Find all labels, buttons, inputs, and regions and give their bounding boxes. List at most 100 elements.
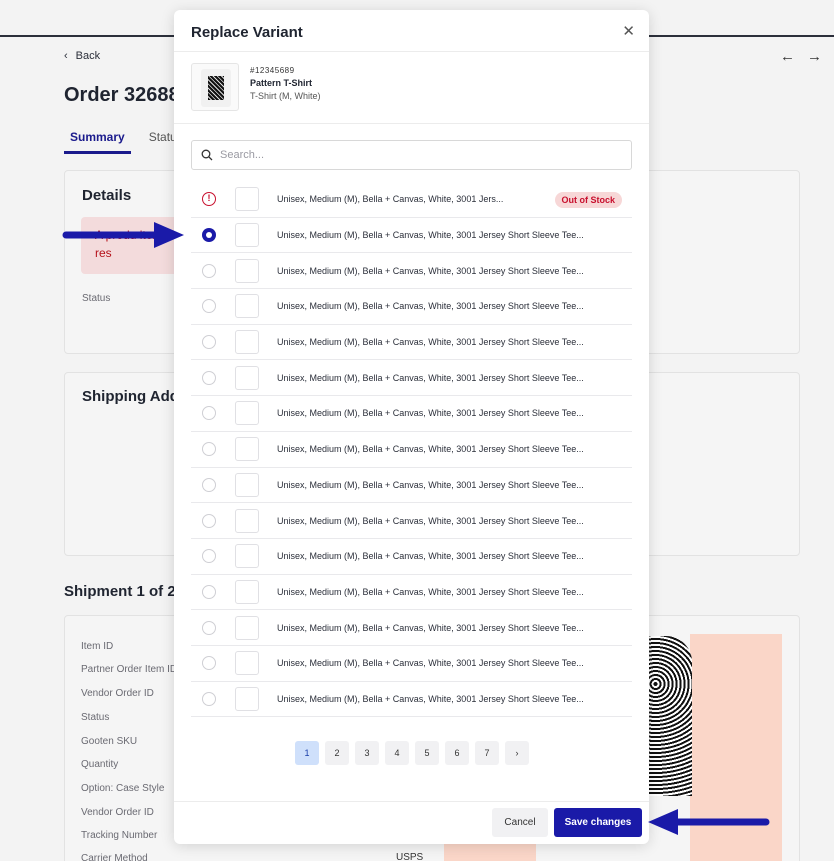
variant-label: Unisex, Medium (M), Bella + Canvas, Whit… (277, 265, 584, 276)
shipment-label: Item ID (81, 641, 114, 652)
arrow-left-icon[interactable]: ← (780, 48, 795, 65)
radio-button[interactable] (202, 691, 216, 706)
status-label: Status (82, 293, 111, 304)
variant-row[interactable]: Unisex, Medium (M), Bella + Canvas, Whit… (191, 503, 632, 539)
pattern-image (208, 76, 224, 100)
variant-swatch (235, 472, 259, 497)
shipment-label: Status (81, 712, 110, 723)
radio-button[interactable] (202, 620, 216, 635)
variant-row[interactable]: Unisex, Medium (M), Bella + Canvas, Whit… (191, 575, 632, 611)
variant-row[interactable]: Unisex, Medium (M), Bella + Canvas, Whit… (191, 325, 632, 361)
radio-button[interactable] (202, 299, 216, 314)
variant-row[interactable]: Unisex, Medium (M), Bella + Canvas, Whit… (191, 646, 632, 682)
details-title: Details (82, 187, 132, 204)
variant-swatch (235, 615, 259, 640)
modal-header: Replace Variant ✕ (174, 10, 649, 52)
variant-row[interactable]: Unisex, Medium (M), Bella + Canvas, Whit… (191, 289, 632, 325)
variant-row[interactable]: Unisex, Medium (M), Bella + Canvas, Whit… (191, 468, 632, 504)
search-input[interactable] (220, 149, 620, 161)
back-label: Back (75, 50, 101, 62)
variant-row[interactable]: Unisex, Medium (M), Bella + Canvas, Whit… (191, 218, 632, 254)
variant-swatch (235, 579, 259, 604)
alert-circle-icon: ! (202, 192, 216, 207)
variant-label: Unisex, Medium (M), Bella + Canvas, Whit… (277, 301, 584, 312)
variant-label: Unisex, Medium (M), Bella + Canvas, Whit… (277, 693, 584, 704)
page-button[interactable]: 6 (445, 741, 469, 765)
variant-row[interactable]: Unisex, Medium (M), Bella + Canvas, Whit… (191, 610, 632, 646)
nav-arrows: ← → (780, 48, 822, 65)
page-title: Order 32688 (64, 84, 180, 106)
page-button[interactable]: 4 (385, 741, 409, 765)
divider (174, 123, 649, 124)
replace-variant-modal: Replace Variant ✕ #12345689 Pattern T-Sh… (174, 10, 649, 844)
chevron-left-icon: ‹ (64, 50, 68, 62)
annotation-arrow-icon (62, 222, 184, 248)
arrow-right-icon[interactable]: → (807, 48, 822, 65)
modal-footer: Cancel Save changes (174, 801, 649, 844)
close-icon[interactable]: ✕ (622, 22, 635, 40)
tab-summary[interactable]: Summary (64, 130, 131, 154)
search-box[interactable] (191, 140, 632, 170)
shipment-title: Shipment 1 of 2 (64, 583, 176, 600)
variant-label: Unisex, Medium (M), Bella + Canvas, Whit… (277, 551, 584, 562)
radio-button[interactable] (202, 513, 216, 528)
variant-row[interactable]: Unisex, Medium (M), Bella + Canvas, Whit… (191, 432, 632, 468)
radio-button[interactable] (202, 406, 216, 421)
radio-button[interactable] (202, 584, 216, 599)
variant-label: Unisex, Medium (M), Bella + Canvas, Whit… (277, 622, 584, 633)
variant-label: Unisex, Medium (M), Bella + Canvas, Whit… (277, 337, 584, 348)
save-changes-button[interactable]: Save changes (554, 808, 642, 837)
radio-button[interactable] (202, 335, 216, 350)
product-summary: #12345689 Pattern T-Shirt T-Shirt (M, Wh… (191, 63, 321, 111)
variant-label: Unisex, Medium (M), Bella + Canvas, Whit… (277, 586, 584, 597)
cancel-button[interactable]: Cancel (492, 808, 548, 837)
variant-swatch (235, 651, 259, 676)
shipment-label: Option: Case Style (81, 783, 165, 794)
shipment-label: Vendor Order ID (81, 688, 154, 699)
radio-button[interactable] (202, 477, 216, 492)
variant-swatch (235, 330, 259, 355)
page-button[interactable]: 2 (325, 741, 349, 765)
out-of-stock-badge: Out of Stock (554, 192, 622, 208)
variant-row[interactable]: Unisex, Medium (M), Bella + Canvas, Whit… (191, 682, 632, 718)
variant-label: Unisex, Medium (M), Bella + Canvas, Whit… (277, 372, 584, 383)
variant-label: Unisex, Medium (M), Bella + Canvas, Whit… (277, 479, 584, 490)
page-button[interactable]: 7 (475, 741, 499, 765)
page-button[interactable]: 5 (415, 741, 439, 765)
page-button[interactable]: 3 (355, 741, 379, 765)
variant-label: Unisex, Medium (M), Bella + Canvas, Whit… (277, 230, 584, 241)
variant-swatch (235, 187, 259, 212)
radio-button[interactable] (202, 228, 216, 243)
product-name: Pattern T-Shirt (250, 78, 313, 88)
annotation-arrow-icon (648, 809, 770, 835)
pagination: 1 2 3 4 5 6 7 › (295, 741, 529, 765)
product-thumbnail (191, 63, 239, 111)
variant-row[interactable]: Unisex, Medium (M), Bella + Canvas, Whit… (191, 253, 632, 290)
variant-row[interactable]: Unisex, Medium (M), Bella + Canvas, Whit… (191, 360, 632, 397)
variant-label: Unisex, Medium (M), Bella + Canvas, Whit… (277, 515, 584, 526)
chevron-right-icon[interactable]: › (505, 741, 529, 765)
variant-label: Unisex, Medium (M), Bella + Canvas, Whit… (277, 408, 584, 419)
back-link[interactable]: ‹ Back (64, 50, 100, 62)
radio-button[interactable] (202, 549, 216, 564)
variant-swatch (235, 258, 259, 283)
radio-button[interactable] (202, 442, 216, 457)
shipment-label: Gooten SKU (81, 736, 138, 747)
variant-swatch (235, 401, 259, 426)
product-id: #12345689 (250, 66, 295, 75)
shipment-label: Vendor Order ID (81, 807, 154, 818)
product-variant: T-Shirt (M, White) (250, 91, 321, 101)
variant-swatch (235, 686, 259, 711)
carrier-value: USPS (396, 852, 424, 861)
radio-button[interactable] (202, 263, 216, 278)
radio-button[interactable] (202, 370, 216, 385)
radio-button[interactable] (202, 656, 216, 671)
page-button[interactable]: 1 (295, 741, 319, 765)
variant-row[interactable]: Unisex, Medium (M), Bella + Canvas, Whit… (191, 396, 632, 432)
search-icon (201, 149, 213, 161)
variant-row[interactable]: Unisex, Medium (M), Bella + Canvas, Whit… (191, 539, 632, 575)
variant-swatch (235, 223, 259, 248)
variant-label: Unisex, Medium (M), Bella + Canvas, Whit… (277, 444, 584, 455)
variant-row[interactable]: ! Unisex, Medium (M), Bella + Canvas, Whi… (191, 182, 632, 218)
modal-title: Replace Variant (191, 24, 303, 41)
